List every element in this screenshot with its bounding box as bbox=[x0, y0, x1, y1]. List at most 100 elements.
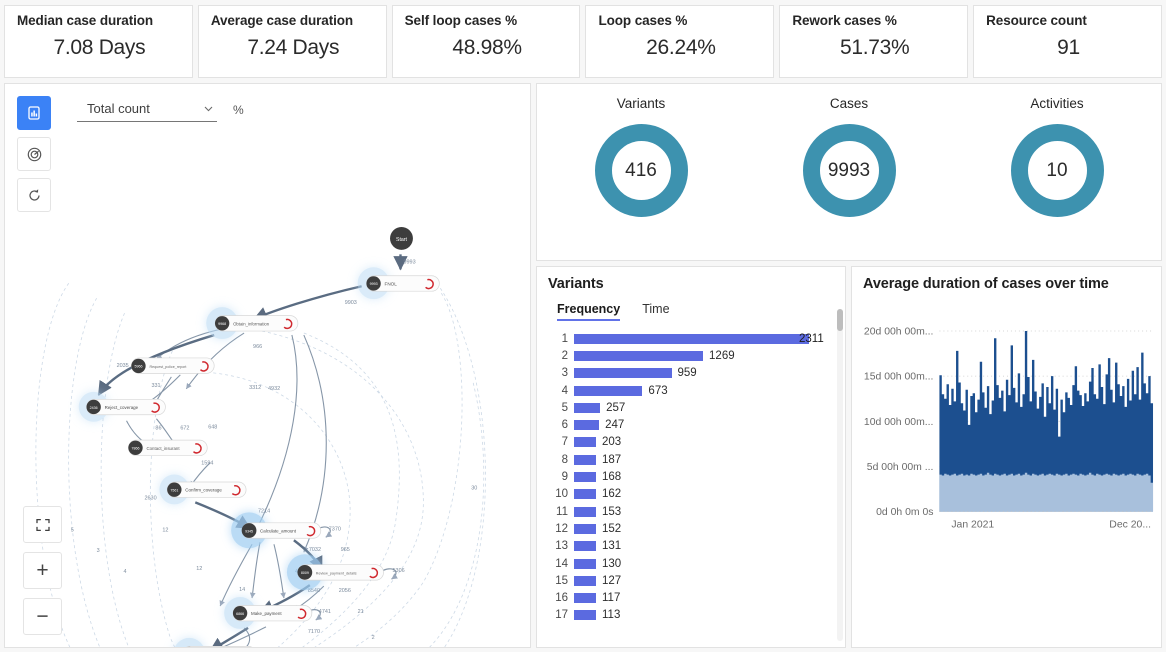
variant-bar[interactable] bbox=[574, 472, 596, 483]
svg-text:2: 2 bbox=[372, 635, 375, 641]
svg-text:Reject_coverage: Reject_coverage bbox=[105, 405, 139, 410]
variant-bar[interactable] bbox=[574, 437, 596, 448]
rework-icon-button[interactable] bbox=[17, 178, 51, 212]
variant-bar[interactable] bbox=[574, 350, 704, 361]
variant-index: 4 bbox=[561, 384, 568, 397]
donut-title: Cases bbox=[829, 96, 869, 111]
svg-text:8009: 8009 bbox=[301, 571, 309, 575]
variant-bar[interactable] bbox=[574, 575, 596, 586]
zoom-in-button[interactable]: + bbox=[23, 552, 62, 589]
donut-cases: Cases 9993 bbox=[745, 96, 953, 260]
variant-row[interactable]: 9 168 bbox=[548, 468, 841, 485]
svg-text:Confirm_coverage: Confirm_coverage bbox=[185, 488, 222, 493]
process-map-panel[interactable]: Total count % 9993 9903 966 2035 331 331… bbox=[4, 83, 531, 648]
variant-index: 6 bbox=[561, 419, 568, 432]
zoom-out-button[interactable]: − bbox=[23, 598, 62, 635]
variant-value: 152 bbox=[602, 522, 622, 535]
y-axis-tick-label: 15d 00h 00m... bbox=[864, 372, 934, 383]
donut-activities: Activities 10 bbox=[953, 96, 1161, 260]
variant-row[interactable]: 6 247 bbox=[548, 416, 841, 433]
variant-row[interactable]: 1 2311 bbox=[548, 330, 841, 347]
variants-scrollbar-thumb[interactable] bbox=[837, 309, 843, 331]
variant-value: 130 bbox=[602, 557, 622, 570]
variant-bar[interactable] bbox=[574, 610, 596, 621]
variant-row[interactable]: 12 152 bbox=[548, 520, 841, 537]
variant-bar[interactable] bbox=[574, 506, 596, 517]
variant-row[interactable]: 14 130 bbox=[548, 555, 841, 572]
variants-scrollbar[interactable] bbox=[837, 309, 843, 641]
metric-select[interactable]: Total count bbox=[77, 98, 217, 122]
variant-row[interactable]: 17 113 bbox=[548, 607, 841, 624]
graph-node-start: Start bbox=[390, 226, 413, 250]
x-axis-tick-label: Jan 2021 bbox=[951, 520, 994, 531]
frequency-icon-button[interactable] bbox=[17, 96, 51, 130]
svg-text:2056: 2056 bbox=[339, 588, 351, 594]
variant-bar[interactable] bbox=[574, 593, 596, 604]
svg-text:966: 966 bbox=[253, 344, 262, 350]
svg-text:7170: 7170 bbox=[308, 629, 320, 635]
duration-area-chart[interactable]: 20d 00h 00m... 15d 00h 00m... 10d 00h 00m.… bbox=[852, 301, 1161, 552]
svg-text:4932: 4932 bbox=[268, 386, 280, 392]
duration-panel: Average duration of cases over time 20d … bbox=[851, 266, 1162, 648]
variant-bar[interactable] bbox=[574, 420, 600, 431]
svg-text:648: 648 bbox=[208, 425, 217, 431]
variant-row[interactable]: 16 117 bbox=[548, 589, 841, 606]
process-map-graph[interactable]: 9993 9903 966 2035 331 3312 86 672 648 1… bbox=[5, 84, 530, 648]
variant-index: 1 bbox=[561, 332, 568, 345]
graph-node-confirm-coverage: 7561 Confirm_coverage bbox=[159, 474, 247, 505]
variant-row[interactable]: 4 673 bbox=[548, 382, 841, 399]
kpi-card: Average case duration 7.24 Days bbox=[197, 5, 387, 78]
variant-row[interactable]: 13 131 bbox=[548, 538, 841, 555]
variant-index: 14 bbox=[555, 557, 568, 570]
variant-index: 8 bbox=[561, 453, 568, 466]
variants-bar-list[interactable]: 1 2311 2 1269 3 959 4 673 5 257 6 247 7 203 8 187 9 168 10… bbox=[537, 330, 845, 647]
variant-value: 187 bbox=[602, 453, 622, 466]
svg-text:9345: 9345 bbox=[245, 529, 253, 533]
svg-text:3: 3 bbox=[97, 548, 100, 554]
variant-bar[interactable] bbox=[574, 558, 596, 569]
variant-row[interactable]: 10 162 bbox=[548, 486, 841, 503]
variant-row[interactable]: 5 257 bbox=[548, 399, 841, 416]
tab-frequency[interactable]: Frequency bbox=[557, 302, 621, 321]
y-axis-tick-label: 0d 0h 0m 0s bbox=[876, 507, 933, 518]
variant-row[interactable]: 8 187 bbox=[548, 451, 841, 468]
variant-bar[interactable] bbox=[574, 385, 643, 396]
svg-text:12: 12 bbox=[196, 566, 202, 572]
variant-bar[interactable] bbox=[574, 402, 601, 413]
svg-text:5306: 5306 bbox=[393, 568, 405, 574]
variant-index: 9 bbox=[561, 471, 568, 484]
y-axis-tick-label: 20d 00h 00m... bbox=[864, 326, 934, 337]
variant-row[interactable]: 3 959 bbox=[548, 365, 841, 382]
svg-text:9993: 9993 bbox=[370, 282, 378, 286]
donut-value: 416 bbox=[625, 159, 657, 181]
variant-bar[interactable] bbox=[574, 489, 596, 500]
svg-text:9903: 9903 bbox=[345, 300, 357, 306]
variant-value: 257 bbox=[606, 401, 626, 414]
performance-icon-button[interactable] bbox=[17, 137, 51, 171]
svg-text:672: 672 bbox=[180, 426, 189, 432]
fit-to-screen-button[interactable] bbox=[23, 506, 62, 543]
variant-bar[interactable] bbox=[574, 333, 809, 344]
svg-text:1594: 1594 bbox=[201, 461, 213, 467]
donut-title: Variants bbox=[616, 96, 666, 111]
variant-bar[interactable] bbox=[574, 368, 672, 379]
variant-row[interactable]: 2 1269 bbox=[548, 347, 841, 364]
variant-bar[interactable] bbox=[574, 541, 596, 552]
kpi-label: Rework cases % bbox=[792, 13, 897, 28]
variant-bar[interactable] bbox=[574, 454, 596, 465]
variant-bar[interactable] bbox=[574, 523, 596, 534]
tab-time[interactable]: Time bbox=[642, 302, 669, 321]
metric-select-value: Total count bbox=[87, 101, 150, 116]
variant-row[interactable]: 15 127 bbox=[548, 572, 841, 589]
y-axis-tick-label: 10d 00h 00m... bbox=[864, 417, 934, 428]
kpi-label: Average case duration bbox=[210, 13, 354, 28]
variant-row[interactable]: 7 203 bbox=[548, 434, 841, 451]
graph-node-review-payment-details: 8009 Review_payment_details bbox=[286, 554, 384, 591]
variant-value: 673 bbox=[648, 384, 668, 397]
donut-value: 9993 bbox=[827, 159, 871, 181]
svg-text:12: 12 bbox=[162, 527, 168, 533]
donut-ring: 416 bbox=[592, 121, 691, 220]
variant-row[interactable]: 11 153 bbox=[548, 503, 841, 520]
svg-text:9993: 9993 bbox=[403, 259, 415, 265]
svg-text:7561: 7561 bbox=[170, 488, 178, 492]
